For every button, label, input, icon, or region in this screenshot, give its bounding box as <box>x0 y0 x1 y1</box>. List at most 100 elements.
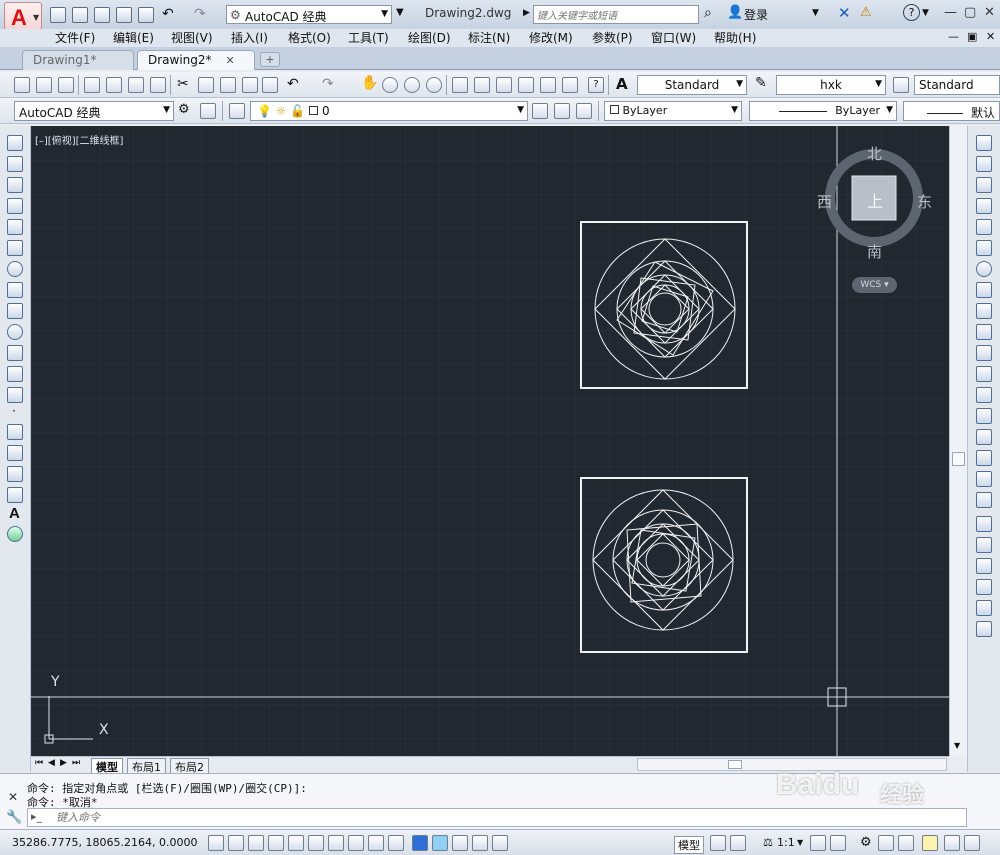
design-center-icon[interactable] <box>474 77 490 93</box>
ellipse-icon[interactable] <box>7 324 23 340</box>
cut-icon[interactable]: ✂ <box>177 76 189 92</box>
scale-icon[interactable] <box>976 282 992 298</box>
next-tab-arrow-icon[interactable]: ▶ <box>60 758 67 768</box>
chevron-down-icon[interactable]: ▼ <box>922 8 929 18</box>
trim-icon[interactable] <box>976 324 992 340</box>
block-editor-icon[interactable] <box>262 77 278 93</box>
menu-window[interactable]: 窗口(W) <box>651 29 696 46</box>
close-icon[interactable]: ✕ <box>8 790 18 804</box>
viewcube-top-face[interactable]: 上 <box>867 188 883 212</box>
stretch-icon[interactable] <box>976 303 992 319</box>
dimension-style-dropdown[interactable]: hxk ▼ <box>776 75 886 95</box>
search-input[interactable] <box>533 5 699 24</box>
rectangle-icon[interactable] <box>7 219 23 235</box>
menu-file[interactable]: 文件(F) <box>55 29 95 46</box>
chevron-down-icon[interactable]: ▼ <box>797 838 803 847</box>
zoom-realtime-icon[interactable] <box>382 77 398 93</box>
break-at-point-icon[interactable] <box>976 366 992 382</box>
quick-view-layouts-icon[interactable] <box>710 835 726 851</box>
table-style-dropdown[interactable]: Standard <box>914 75 1000 95</box>
workspace-dropdown-2[interactable]: AutoCAD 经典 ▼ <box>14 101 174 121</box>
quick-properties-icon[interactable] <box>452 835 468 851</box>
extend-icon[interactable] <box>976 345 992 361</box>
add-selected-icon[interactable] <box>7 526 23 542</box>
spline-icon[interactable] <box>7 303 23 319</box>
app-store-icon[interactable]: ⚠ <box>860 5 872 20</box>
save-icon[interactable] <box>94 7 110 23</box>
snap-mode-icon[interactable] <box>228 835 244 851</box>
object-snap-tracking-icon[interactable] <box>348 835 364 851</box>
layer-manager-icon[interactable] <box>229 103 245 119</box>
doc-restore-button[interactable]: ▣ <box>967 30 977 43</box>
hatch-icon[interactable] <box>7 424 23 440</box>
lock-toolbar-icon[interactable] <box>878 835 894 851</box>
infer-constraints-icon[interactable] <box>208 835 224 851</box>
menu-insert[interactable]: 插入(I) <box>231 29 268 46</box>
layer-properties-icon[interactable] <box>200 103 216 119</box>
dynamic-input-icon[interactable] <box>388 835 404 851</box>
draw-order-front-icon[interactable] <box>976 516 992 532</box>
fillet-icon[interactable] <box>976 450 992 466</box>
redo-icon[interactable]: ↷ <box>322 76 334 92</box>
drawing-canvas[interactable]: [–][俯视][二维线框] Y X 北 南 东 西 上 WCS ▾ <box>31 126 949 756</box>
save-icon[interactable] <box>58 77 74 93</box>
arc-icon[interactable] <box>7 240 23 256</box>
copy-icon[interactable] <box>198 77 214 93</box>
vertical-scrollbar[interactable]: ▼ <box>949 126 967 756</box>
line-icon[interactable] <box>7 135 23 151</box>
3d-object-snap-icon[interactable] <box>328 835 344 851</box>
3d-print-icon[interactable] <box>150 77 166 93</box>
draw-order-back-icon[interactable] <box>976 537 992 553</box>
ellipse-arc-icon[interactable] <box>7 345 23 361</box>
bring-above-icon[interactable] <box>976 558 992 574</box>
transparency-icon[interactable] <box>432 835 448 851</box>
ortho-mode-icon[interactable] <box>268 835 284 851</box>
text-style-icon[interactable]: A <box>616 75 628 93</box>
properties-icon[interactable] <box>452 77 468 93</box>
annotation-visibility-icon[interactable] <box>810 835 826 851</box>
gradient-icon[interactable] <box>7 445 23 461</box>
help-icon[interactable]: ? <box>588 77 604 93</box>
polyline-icon[interactable] <box>7 177 23 193</box>
explode-icon[interactable] <box>976 492 992 508</box>
layer-previous-icon[interactable] <box>554 103 570 119</box>
zoom-window-icon[interactable] <box>404 77 420 93</box>
command-input[interactable] <box>56 810 936 825</box>
annotation-scale-icon[interactable]: ⚖ <box>763 836 773 849</box>
pan-icon[interactable]: ✋ <box>361 75 378 91</box>
quick-view-drawings-icon[interactable] <box>730 835 746 851</box>
linetype-dropdown[interactable]: ByLayer ▼ <box>749 101 897 121</box>
save-as-icon[interactable] <box>116 7 132 23</box>
menu-draw[interactable]: 绘图(D) <box>408 29 451 46</box>
workspace-settings-gear-icon[interactable]: ⚙ <box>178 102 190 117</box>
menu-view[interactable]: 视图(V) <box>171 29 213 46</box>
open-icon[interactable] <box>36 77 52 93</box>
tab-drawing2[interactable]: Drawing2* ✕ <box>137 50 255 70</box>
chamfer-icon[interactable] <box>976 429 992 445</box>
scroll-down-arrow-icon[interactable]: ▼ <box>954 741 960 750</box>
close-button[interactable]: ✕ <box>984 5 995 20</box>
move-icon[interactable] <box>976 240 992 256</box>
lineweight-toggle-icon[interactable] <box>412 835 428 851</box>
rotate-icon[interactable] <box>976 261 992 277</box>
tab-drawing1[interactable]: Drawing1* <box>22 50 134 70</box>
lineweight-dropdown[interactable]: 默认 <box>903 101 1000 121</box>
polygon-icon[interactable] <box>7 198 23 214</box>
dynamic-ucs-icon[interactable] <box>368 835 384 851</box>
undo-icon[interactable]: ↶ <box>287 76 299 92</box>
menu-tools[interactable]: 工具(T) <box>348 29 389 46</box>
annotation-scale[interactable]: 1:1 <box>777 836 795 849</box>
auto-scale-icon[interactable] <box>830 835 846 851</box>
polar-tracking-icon[interactable] <box>288 835 304 851</box>
erase-icon[interactable] <box>976 135 992 151</box>
match-properties-icon[interactable] <box>242 77 258 93</box>
menu-modify[interactable]: 修改(M) <box>529 29 573 46</box>
table-style-icon[interactable] <box>893 77 909 93</box>
construction-line-icon[interactable] <box>7 156 23 172</box>
region-icon[interactable] <box>7 466 23 482</box>
doc-minimize-button[interactable]: — <box>948 30 959 43</box>
viewport-controls-label[interactable]: [–][俯视][二维线框] <box>35 132 123 147</box>
exchange-icon[interactable]: ✕ <box>838 4 851 22</box>
new-file-icon[interactable] <box>50 7 66 23</box>
array-icon[interactable] <box>976 219 992 235</box>
